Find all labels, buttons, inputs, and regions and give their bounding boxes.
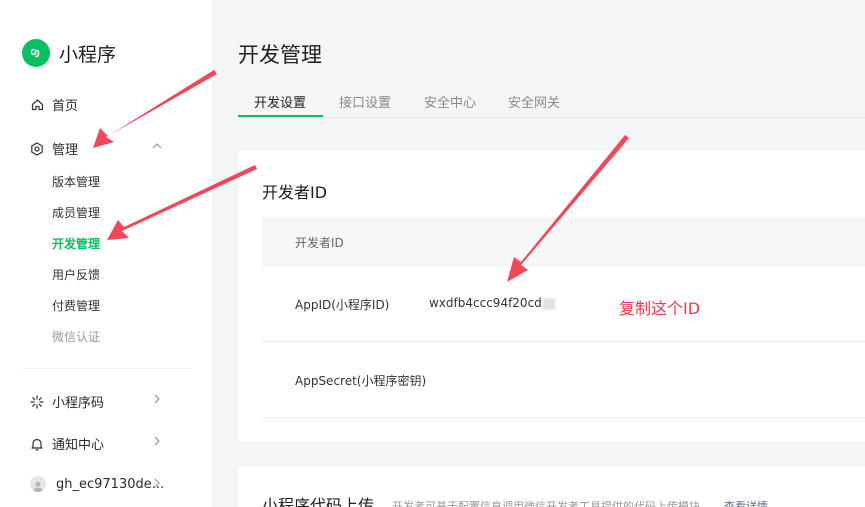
row-divider [262, 341, 865, 342]
developer-id-card: 开发者ID 开发者ID AppID(小程序ID) wxdfb4ccc94f20c… [238, 151, 865, 441]
sidebar-subitem-development[interactable]: 开发管理 [52, 235, 100, 252]
section-description: 开发者可基于配置信息调用微信开发者工具提供的代码上传模块 [392, 500, 700, 507]
chevron-up-icon[interactable] [150, 139, 164, 153]
account-name: gh_ec97130de... [56, 476, 165, 492]
tab-interface-settings[interactable]: 接口设置 [339, 92, 391, 111]
gear-icon [30, 141, 44, 156]
main-content: 开发管理 开发设置 接口设置 安全中心 安全网关 开发者ID 开发者ID App… [212, 0, 865, 507]
appid-text[interactable]: wxdfb4ccc94f20cd [429, 296, 542, 310]
section-title: 小程序代码上传 [262, 496, 375, 507]
sidebar: 小程序 首页 管理 版本管理 成员管理 开发管理 用户反馈 付费管理 微信认证 … [0, 0, 212, 507]
sidebar-item-label: 首页 [52, 99, 79, 114]
tab-security-gateway[interactable]: 安全网关 [508, 92, 560, 111]
sidebar-item-label: 小程序码 [52, 396, 105, 411]
annotation-text: 复制这个ID [619, 299, 701, 318]
appid-value[interactable]: wxdfb4ccc94f20cd [429, 296, 555, 310]
chevron-right-icon[interactable] [150, 392, 164, 406]
chevron-right-icon[interactable] [150, 434, 164, 448]
sidebar-subitem-feedback[interactable]: 用户反馈 [52, 266, 100, 283]
tab-bar: 开发设置 接口设置 安全中心 安全网关 [238, 90, 865, 118]
app-brand[interactable]: 小程序 [22, 39, 116, 67]
row-divider [262, 417, 865, 418]
sidebar-item-label: 通知中心 [52, 438, 105, 453]
home-icon [30, 98, 44, 112]
appid-label: AppID(小程序ID) [295, 298, 390, 312]
sidebar-item-home[interactable]: 首页 [30, 95, 78, 114]
tab-security-center[interactable]: 安全中心 [424, 92, 476, 111]
sidebar-item-notifications[interactable]: 通知中心 [30, 434, 104, 453]
sidebar-subitem-payment[interactable]: 付费管理 [52, 297, 100, 314]
sidebar-item-account[interactable]: gh_ec97130de... [30, 476, 164, 492]
sidebar-item-mini-code[interactable]: 小程序码 [30, 392, 104, 411]
view-details-link[interactable]: 查看详情 [724, 498, 768, 507]
table-header: 开发者ID [262, 217, 865, 267]
app-name: 小程序 [59, 43, 117, 66]
sidebar-item-label: 管理 [52, 143, 79, 158]
bell-icon [30, 437, 44, 451]
sidebar-subitem-verification[interactable]: 微信认证 [52, 328, 100, 345]
tab-dev-settings[interactable]: 开发设置 [254, 92, 306, 111]
column-header: 开发者ID [295, 236, 344, 250]
sidebar-item-manage[interactable]: 管理 [30, 139, 170, 158]
sidebar-divider [22, 368, 192, 369]
mini-code-icon [30, 394, 44, 409]
section-title: 开发者ID [262, 183, 328, 202]
masked-characters [542, 297, 555, 310]
sidebar-subitem-members[interactable]: 成员管理 [52, 204, 100, 221]
avatar [30, 476, 46, 492]
sidebar-subitem-version[interactable]: 版本管理 [52, 173, 100, 190]
appsecret-label: AppSecret(小程序密钥) [295, 374, 427, 388]
active-tab-indicator [238, 115, 323, 117]
mini-program-logo-icon [22, 39, 50, 67]
code-upload-card: 小程序代码上传 开发者可基于配置信息调用微信开发者工具提供的代码上传模块 查看详… [238, 466, 865, 507]
page-title: 开发管理 [238, 43, 322, 67]
chevron-right-icon[interactable] [150, 476, 164, 490]
